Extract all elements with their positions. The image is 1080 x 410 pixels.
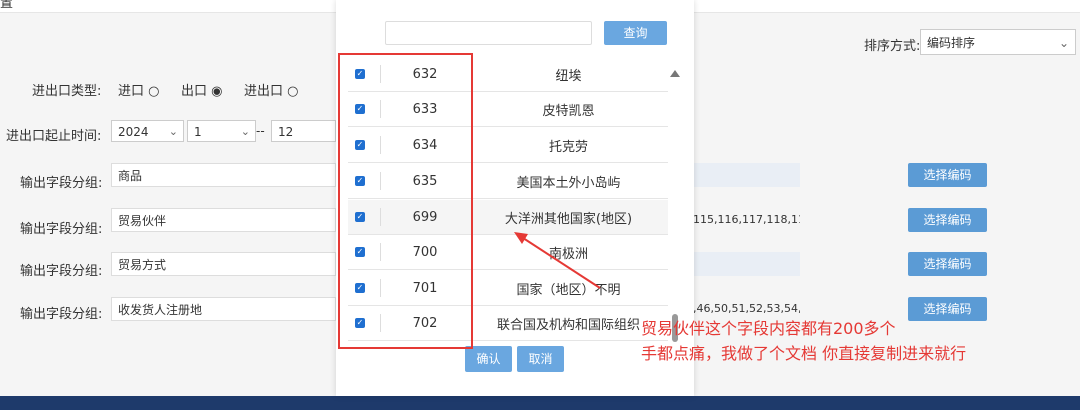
annotation-line-2: 手都点痛，我做了个文档 你直接复制进来就行 bbox=[641, 344, 967, 363]
annotation-line-1: 贸易伙伴这个字段内容都有200多个 bbox=[641, 319, 896, 338]
annotation-note: 贸易伙伴这个字段内容都有200多个 手都点痛，我做了个文档 你直接复制进来就行 bbox=[641, 316, 1080, 366]
